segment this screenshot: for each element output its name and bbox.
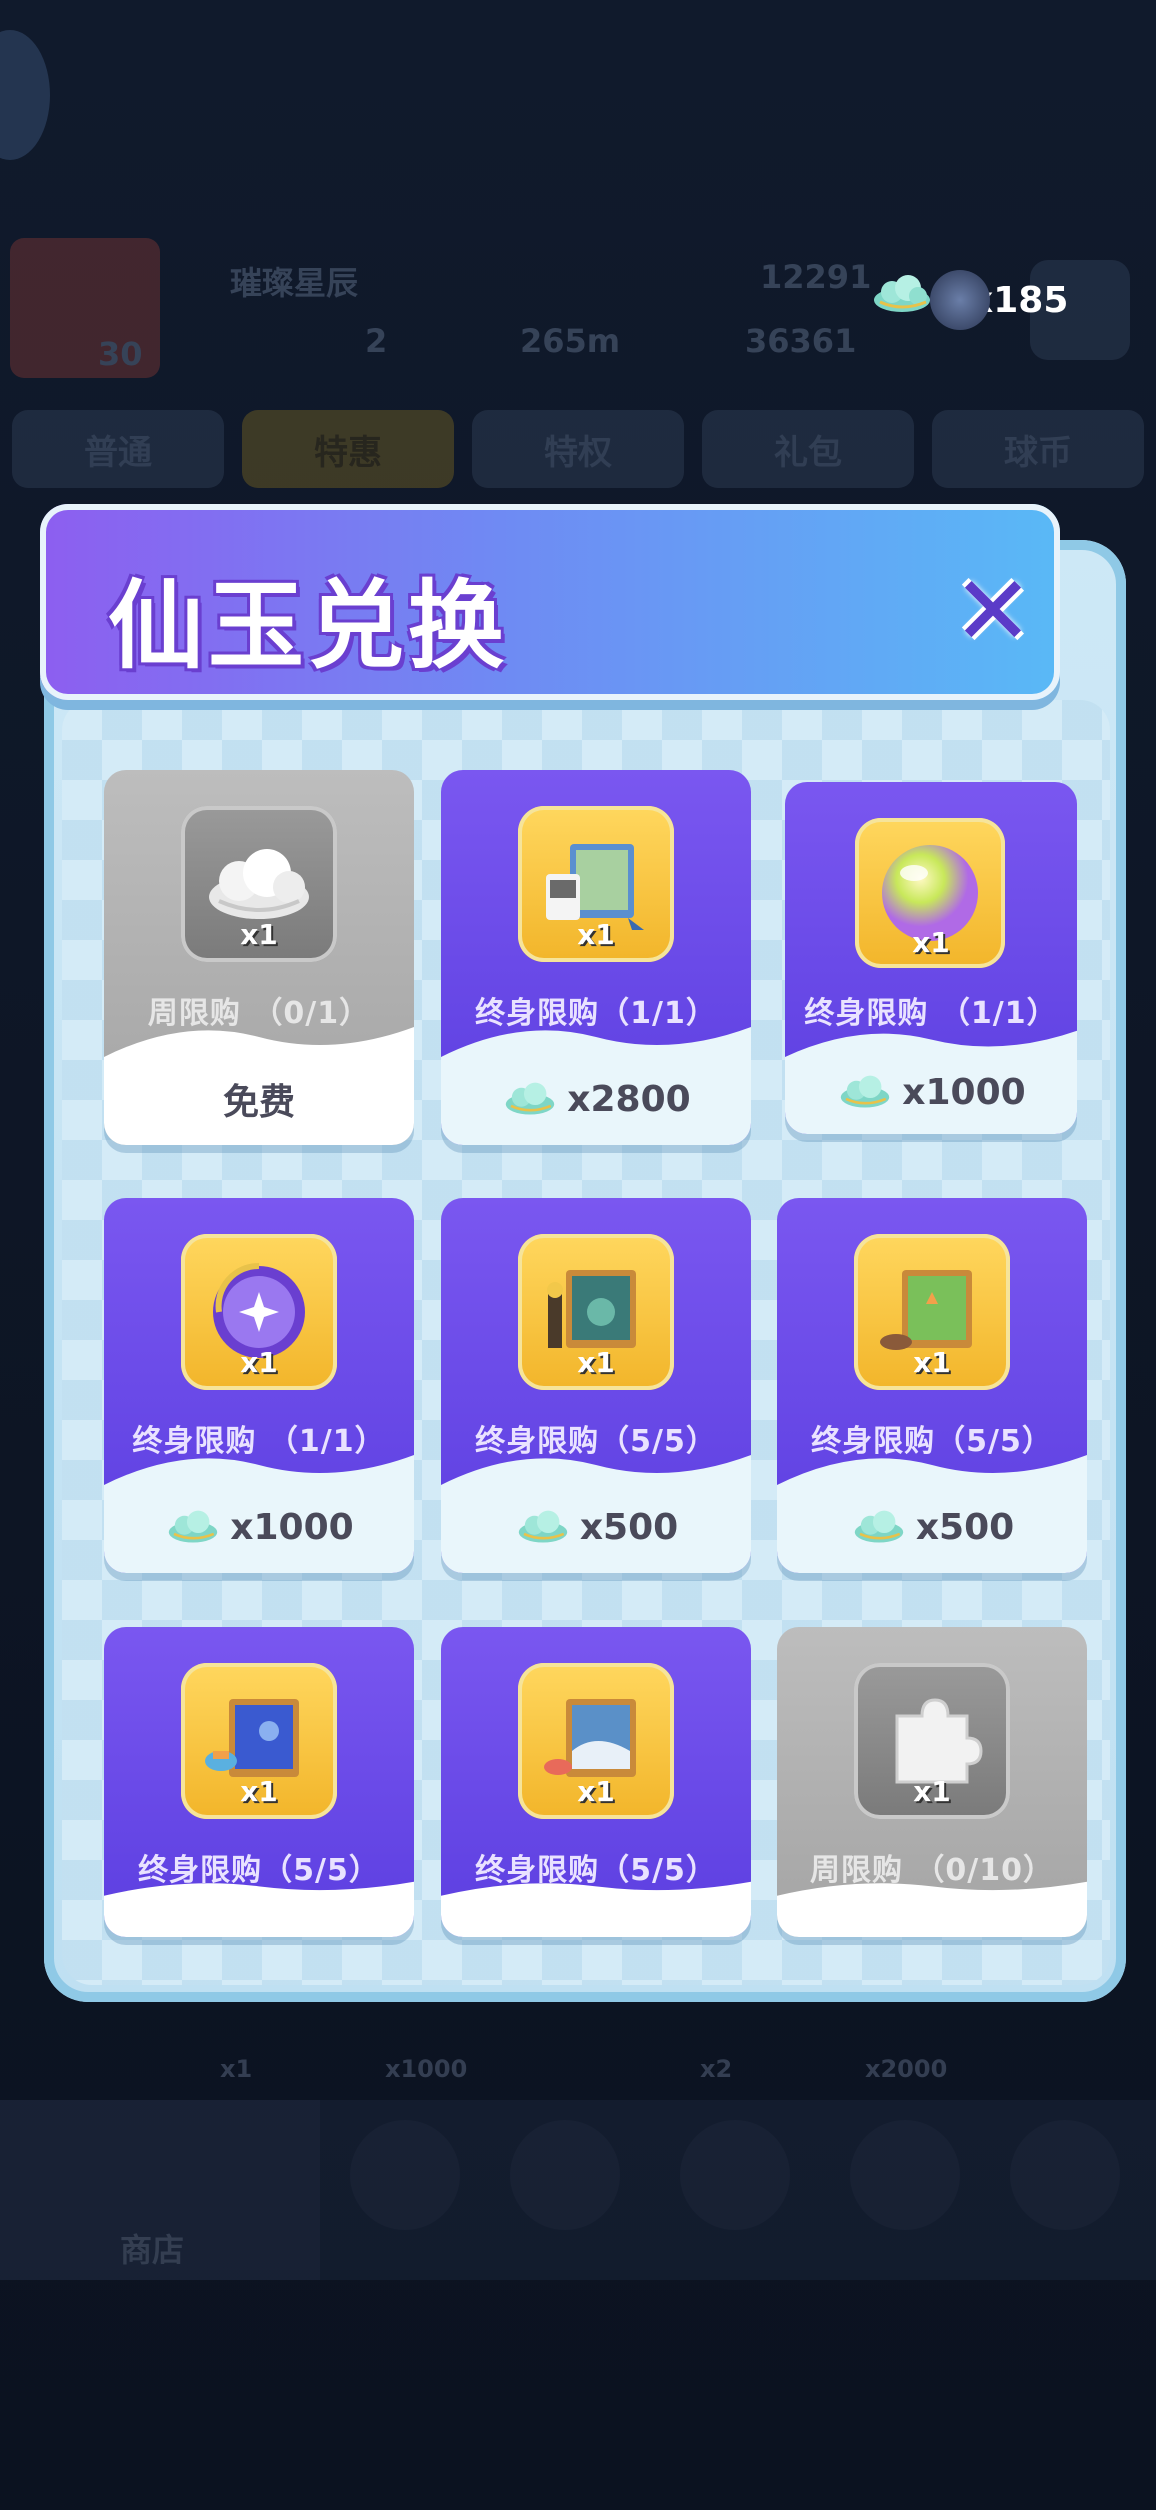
price-text: x500	[915, 1506, 1015, 1548]
card-footer	[777, 1881, 1087, 1937]
player-level: 30	[98, 335, 143, 373]
cloud-icon	[518, 1510, 567, 1543]
item-card[interactable]: x1 终身限购（5/5）	[441, 1627, 751, 1937]
nav-swords-icon[interactable]	[510, 2120, 620, 2230]
nav-shop-label: 商店	[120, 2231, 185, 2269]
nav-heart-card-icon[interactable]	[1010, 2120, 1120, 2230]
item-quantity: x1	[577, 1775, 615, 1808]
item-quantity: x1	[577, 918, 615, 951]
price-text: x500	[579, 1506, 679, 1548]
cloud-icon	[841, 1075, 890, 1108]
currency-display: x185	[870, 270, 1110, 330]
price-label: 免费	[104, 1071, 414, 1127]
bottom-value: x2	[700, 2055, 733, 2083]
item-quantity: x1	[913, 1346, 951, 1379]
nav-planet-icon[interactable]	[850, 2120, 960, 2230]
price-text: x1000	[902, 1071, 1026, 1113]
bottom-value: x1000	[385, 2055, 468, 2083]
modal-title: 仙玉兑换	[108, 570, 508, 682]
tab-normal[interactable]: 普通	[12, 410, 224, 488]
cloud-icon	[169, 1510, 218, 1543]
price-label: x2800	[441, 1071, 751, 1127]
tab-special[interactable]: 特惠	[242, 410, 454, 488]
player-stat: 2	[365, 322, 388, 360]
price-text: x2800	[567, 1078, 691, 1120]
item-card[interactable]: x1 周限购 （0/10）	[777, 1627, 1087, 1937]
tab-gift-pack[interactable]: 礼包	[702, 410, 914, 488]
player-distance: 265m	[520, 322, 621, 360]
card-footer	[104, 1881, 414, 1937]
item-card[interactable]: x1 终身限购（5/5）	[104, 1627, 414, 1937]
item-quantity: x1	[913, 1775, 951, 1808]
item-card[interactable]: x1 终身限购 （1/1） x1000	[104, 1198, 414, 1573]
item-quantity: x1	[240, 1775, 278, 1808]
price-label: x1000	[104, 1499, 414, 1555]
tab-privilege[interactable]: 特权	[472, 410, 684, 488]
price-text: 免费	[222, 1082, 295, 1123]
player-gems: 36361	[745, 322, 857, 360]
price-text: x1000	[230, 1506, 354, 1548]
item-card[interactable]: x1 终身限购（1/1） x2800	[441, 770, 751, 1145]
card-footer	[441, 1881, 751, 1937]
nav-helmet-icon[interactable]	[350, 2120, 460, 2230]
price-label: x500	[777, 1499, 1087, 1555]
player-name: 璀璨星辰	[230, 264, 359, 302]
cloud-icon	[506, 1082, 555, 1115]
price-label: x500	[441, 1499, 751, 1555]
price-label: x1000	[785, 1064, 1077, 1120]
close-button[interactable]: ✕	[948, 555, 1038, 667]
currency-bubble-icon	[930, 270, 990, 330]
item-quantity: x1	[240, 918, 278, 951]
nav-whistle-icon[interactable]	[680, 2120, 790, 2230]
bottom-value: x2000	[865, 2055, 948, 2083]
cloud-icon	[209, 849, 309, 919]
item-card[interactable]: x1 终身限购 （1/1） x1000	[785, 782, 1077, 1134]
item-card[interactable]: x1 终身限购（5/5） x500	[777, 1198, 1087, 1573]
item-card[interactable]: x1 终身限购（5/5） x500	[441, 1198, 751, 1573]
player-score: 12291	[760, 258, 872, 296]
cloud-icon	[854, 1510, 903, 1543]
item-quantity: x1	[912, 926, 950, 959]
item-card[interactable]: x1 周限购 （0/1） 免费	[104, 770, 414, 1145]
bottom-value: x1	[220, 2055, 253, 2083]
close-icon: ✕	[952, 555, 1034, 667]
item-quantity: x1	[577, 1346, 615, 1379]
cloud-icon	[870, 272, 934, 320]
item-quantity: x1	[240, 1346, 278, 1379]
tab-ball-coins[interactable]: 球币	[932, 410, 1144, 488]
